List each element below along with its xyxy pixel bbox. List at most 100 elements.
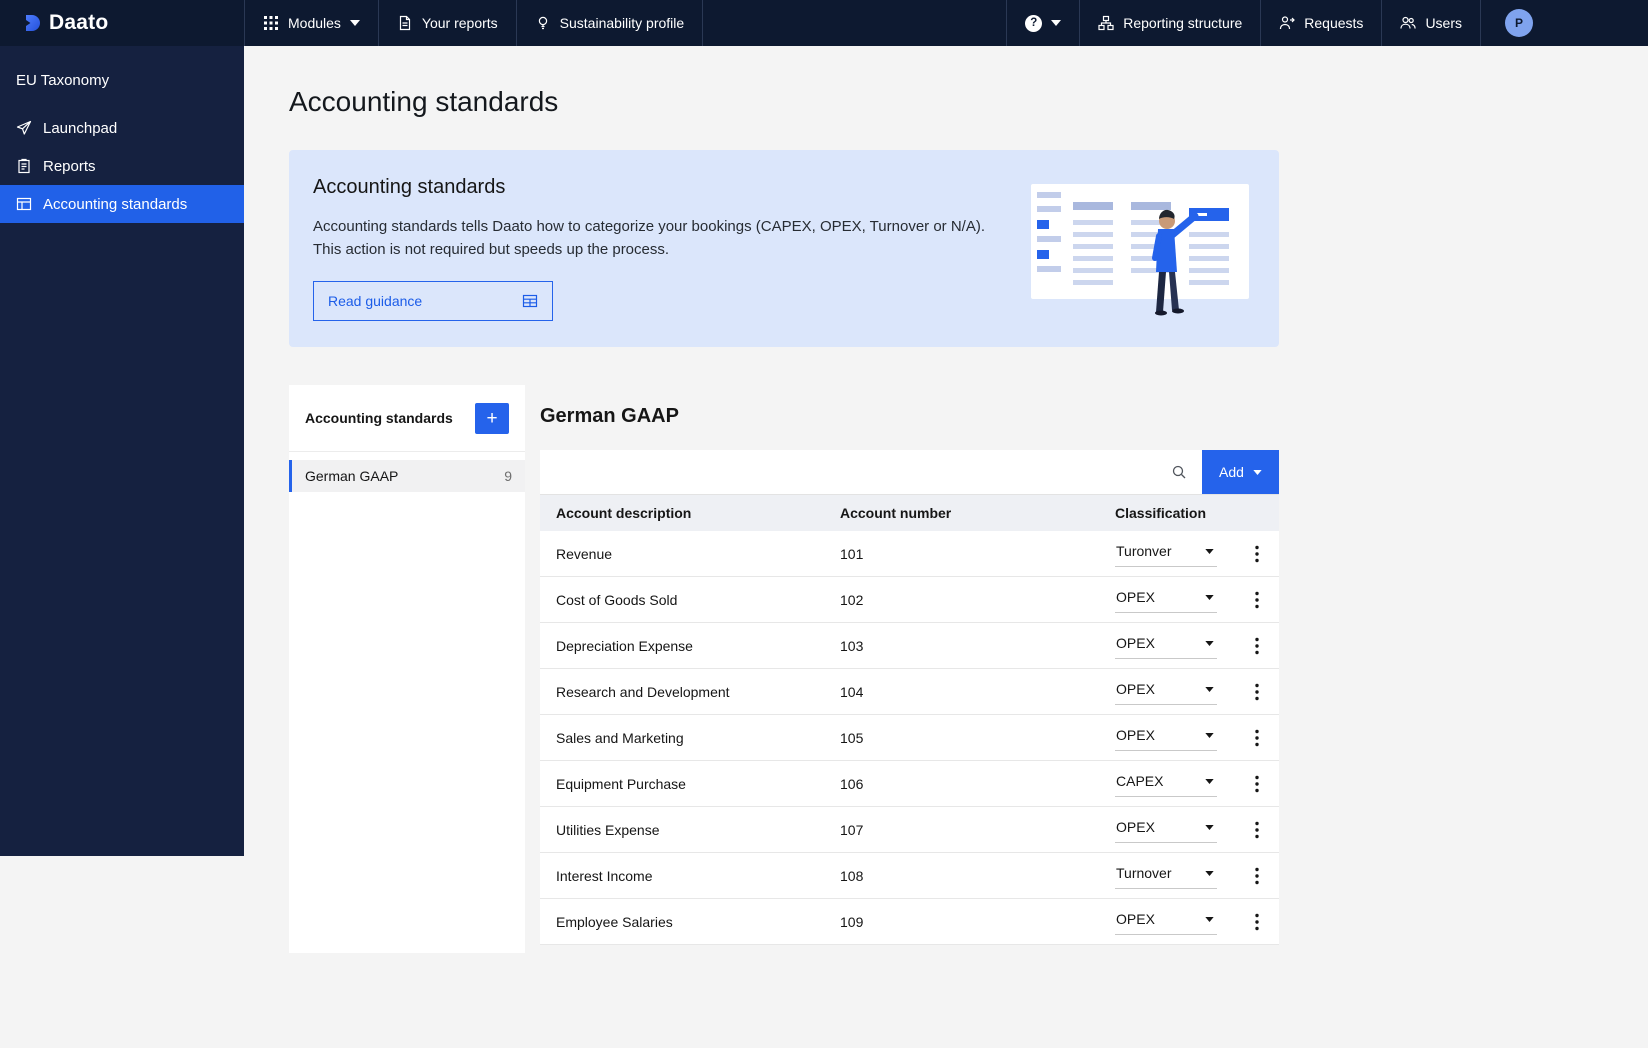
kebab-menu-icon bbox=[1255, 867, 1259, 884]
row-menu-button[interactable] bbox=[1235, 775, 1279, 793]
avatar[interactable]: P bbox=[1505, 9, 1533, 37]
search-field bbox=[540, 450, 1202, 494]
standards-item-label: German GAAP bbox=[305, 468, 399, 484]
kebab-menu-icon bbox=[1255, 913, 1259, 930]
sidebar-item-label: Accounting standards bbox=[43, 195, 188, 213]
row-menu-button[interactable] bbox=[1235, 867, 1279, 885]
sidebar-item-reports[interactable]: Reports bbox=[0, 147, 244, 185]
classification-select[interactable]: Turonver bbox=[1115, 540, 1217, 567]
standards-item-count: 9 bbox=[504, 468, 512, 484]
standards-panel-header: Accounting standards + bbox=[289, 385, 525, 452]
account-description: Interest Income bbox=[556, 867, 653, 884]
read-guidance-button[interactable]: Read guidance bbox=[313, 281, 553, 321]
kebab-menu-icon bbox=[1255, 729, 1259, 746]
row-menu-button[interactable] bbox=[1235, 545, 1279, 563]
nav-requests[interactable]: Requests bbox=[1260, 0, 1381, 46]
topnav-right: ? Reporting structure Requests Users P bbox=[1006, 0, 1648, 46]
classification-select[interactable]: OPEX bbox=[1115, 632, 1217, 659]
classification-value: Turonver bbox=[1116, 543, 1172, 559]
row-menu-button[interactable] bbox=[1235, 913, 1279, 931]
table-toolbar: Add bbox=[540, 450, 1279, 495]
chevron-down-icon bbox=[1205, 824, 1214, 830]
nav-modules-label: Modules bbox=[288, 15, 341, 31]
nav-your-reports-label: Your reports bbox=[421, 15, 498, 31]
classification-value: OPEX bbox=[1116, 589, 1155, 605]
kebab-menu-icon bbox=[1255, 683, 1259, 700]
kebab-menu-icon bbox=[1255, 821, 1259, 838]
brand-logo[interactable]: Daato bbox=[0, 0, 244, 46]
help-menu[interactable]: ? bbox=[1006, 0, 1079, 46]
row-menu-button[interactable] bbox=[1235, 591, 1279, 609]
standards-list-item-german-gaap[interactable]: German GAAP 9 bbox=[289, 460, 525, 492]
row-menu-button[interactable] bbox=[1235, 683, 1279, 701]
nav-modules[interactable]: Modules bbox=[244, 0, 378, 46]
account-description: Depreciation Expense bbox=[556, 637, 693, 654]
nav-sustainability-profile[interactable]: Sustainability profile bbox=[515, 0, 704, 46]
topbar: Daato Modules Your reports Sustainabilit… bbox=[0, 0, 1648, 46]
account-description: Sales and Marketing bbox=[556, 729, 684, 746]
detail-panel: German GAAP Add Account description Acco… bbox=[540, 385, 1279, 945]
chevron-down-icon bbox=[1205, 778, 1214, 784]
classification-select[interactable]: OPEX bbox=[1115, 816, 1217, 843]
chevron-down-icon bbox=[1205, 594, 1214, 600]
classification-select[interactable]: OPEX bbox=[1115, 724, 1217, 751]
sidebar-section-title: EU Taxonomy bbox=[16, 72, 110, 89]
nav-your-reports[interactable]: Your reports bbox=[377, 0, 516, 46]
sidebar-item-accounting-standards[interactable]: Accounting standards bbox=[0, 185, 244, 223]
users-icon bbox=[1400, 16, 1417, 29]
chevron-down-icon bbox=[1205, 732, 1214, 738]
chevron-down-icon bbox=[1205, 870, 1214, 876]
sidebar-item-launchpad[interactable]: Launchpad bbox=[0, 109, 244, 147]
classification-value: OPEX bbox=[1116, 635, 1155, 651]
detail-title: German GAAP bbox=[540, 405, 679, 427]
nav-requests-label: Requests bbox=[1304, 15, 1364, 31]
row-menu-button[interactable] bbox=[1235, 821, 1279, 839]
row-menu-button[interactable] bbox=[1235, 729, 1279, 747]
classification-cell: OPEX bbox=[1099, 908, 1235, 935]
chevron-down-icon bbox=[349, 20, 360, 26]
account-number: 102 bbox=[840, 591, 864, 608]
row-menu-button[interactable] bbox=[1235, 637, 1279, 655]
table-row: Equipment Purchase 106 CAPEX bbox=[540, 761, 1279, 807]
classification-select[interactable]: OPEX bbox=[1115, 586, 1217, 613]
table-header: Account description Account number Class… bbox=[540, 495, 1279, 531]
chevron-down-icon bbox=[1205, 548, 1214, 554]
sidebar-item-label: Launchpad bbox=[43, 119, 118, 137]
classification-select[interactable]: CAPEX bbox=[1115, 770, 1217, 797]
column-account-number: Account number bbox=[840, 505, 952, 521]
classification-value: OPEX bbox=[1116, 681, 1155, 697]
chevron-down-icon bbox=[1205, 916, 1214, 922]
classification-cell: OPEX bbox=[1099, 586, 1235, 613]
classification-cell: Turonver bbox=[1099, 540, 1235, 567]
account-description: Employee Salaries bbox=[556, 913, 673, 930]
nav-reporting-structure[interactable]: Reporting structure bbox=[1079, 0, 1260, 46]
add-account-button[interactable]: Add bbox=[1202, 450, 1279, 494]
kebab-menu-icon bbox=[1255, 775, 1259, 792]
classification-cell: OPEX bbox=[1099, 632, 1235, 659]
kebab-menu-icon bbox=[1255, 637, 1259, 654]
account-description: Utilities Expense bbox=[556, 821, 660, 838]
nav-users-label: Users bbox=[1425, 15, 1462, 31]
avatar-zone: P bbox=[1480, 0, 1648, 46]
classification-select[interactable]: Turnover bbox=[1115, 862, 1217, 889]
table-row: Employee Salaries 109 OPEX bbox=[540, 899, 1279, 945]
search-input[interactable] bbox=[540, 450, 1202, 494]
account-number: 109 bbox=[840, 913, 864, 930]
account-description: Revenue bbox=[556, 545, 613, 562]
classification-select[interactable]: OPEX bbox=[1115, 908, 1217, 935]
topnav-left: Modules Your reports Sustainability prof… bbox=[244, 0, 704, 46]
classification-cell: OPEX bbox=[1099, 724, 1235, 751]
table-row: Interest Income 108 Turnover bbox=[540, 853, 1279, 899]
add-standard-button[interactable]: + bbox=[475, 402, 509, 434]
classification-cell: OPEX bbox=[1099, 816, 1235, 843]
nav-users[interactable]: Users bbox=[1381, 0, 1480, 46]
account-number: 103 bbox=[840, 637, 864, 654]
bulb-icon bbox=[538, 16, 547, 30]
table-row: Sales and Marketing 105 OPEX bbox=[540, 715, 1279, 761]
classification-value: Turnover bbox=[1116, 865, 1172, 881]
account-number: 104 bbox=[840, 683, 864, 700]
sidebar: EU Taxonomy Launchpad Reports Accounting… bbox=[0, 46, 244, 856]
kebab-menu-icon bbox=[1255, 591, 1259, 608]
request-icon bbox=[1280, 16, 1296, 30]
classification-select[interactable]: OPEX bbox=[1115, 678, 1217, 705]
